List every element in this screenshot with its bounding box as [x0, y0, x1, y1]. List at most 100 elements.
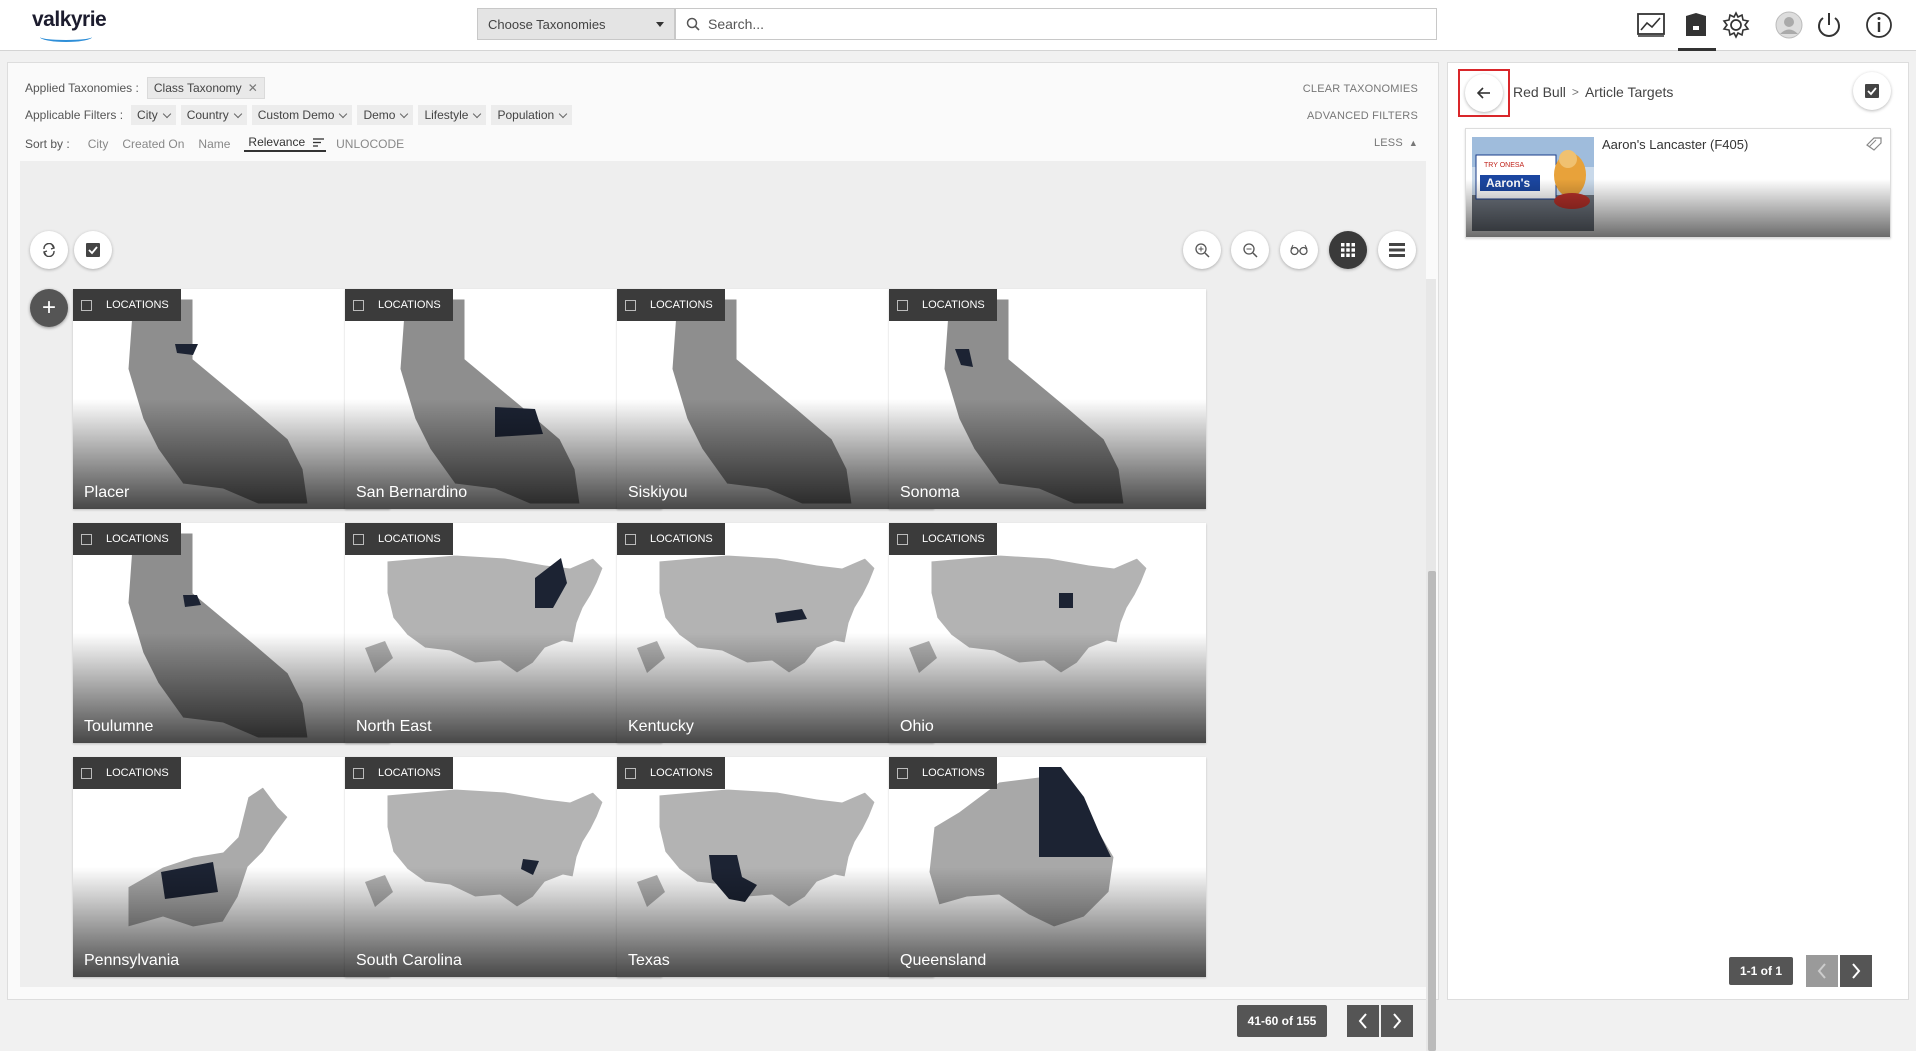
- sort-unlocode[interactable]: UNLOCODE: [336, 137, 404, 151]
- location-card[interactable]: LOCATIONS Sonoma: [889, 289, 1206, 509]
- filter-label: City: [137, 108, 158, 122]
- type-badge-label: LOCATIONS: [650, 299, 713, 311]
- select-all-button[interactable]: [74, 231, 112, 269]
- filter-lifestyle[interactable]: Lifestyle: [418, 105, 487, 125]
- card-title: Ohio: [900, 718, 934, 735]
- info-icon[interactable]: [1863, 9, 1895, 41]
- card-title: Texas: [628, 952, 670, 969]
- preview-button[interactable]: [1280, 231, 1318, 269]
- card-checkbox[interactable]: [897, 533, 908, 545]
- location-card[interactable]: LOCATIONS Siskiyou: [617, 289, 934, 509]
- app-logo[interactable]: valkyrie: [32, 8, 107, 32]
- breadcrumb-item[interactable]: Red Bull: [1513, 84, 1566, 100]
- applicable-filters-row: Applicable Filters : City Country Custom…: [25, 105, 573, 125]
- location-card[interactable]: LOCATIONS Texas: [617, 757, 934, 977]
- card-title: Siskiyou: [628, 484, 688, 501]
- top-bar: valkyrie Choose Taxonomies: [0, 0, 1916, 51]
- type-badge: LOCATIONS: [617, 523, 725, 555]
- card-grid-area: + LOCATIONS Placer LOCATIONS San Bernardino…: [20, 161, 1436, 1051]
- card-checkbox[interactable]: [353, 533, 364, 545]
- location-card[interactable]: LOCATIONS Toulumne: [73, 523, 390, 743]
- zoom-in-button[interactable]: [1183, 231, 1221, 269]
- chevron-right-icon: >: [1571, 85, 1579, 99]
- card-checkbox[interactable]: [897, 767, 908, 779]
- card-checkbox[interactable]: [353, 767, 364, 779]
- article-card[interactable]: Aaron's TRY ONESA Aaron's Lancaster (F40…: [1465, 128, 1891, 238]
- breadcrumb-item[interactable]: Article Targets: [1585, 84, 1673, 100]
- grid-view-icon: [1341, 243, 1355, 257]
- power-icon[interactable]: [1813, 9, 1845, 41]
- plus-icon: +: [41, 294, 56, 321]
- add-button[interactable]: +: [30, 289, 68, 327]
- next-page-button[interactable]: [1381, 1005, 1413, 1037]
- location-card[interactable]: LOCATIONS North East: [345, 523, 662, 743]
- sort-name[interactable]: Name: [198, 137, 230, 151]
- article-gradient: [1466, 179, 1890, 237]
- card-checkbox[interactable]: [81, 767, 92, 779]
- card-title: Toulumne: [84, 718, 154, 735]
- refresh-button[interactable]: [30, 231, 68, 269]
- prev-page-button[interactable]: [1347, 1005, 1379, 1037]
- panel-next-page-button[interactable]: [1840, 955, 1872, 987]
- taxonomy-chip-label: Class Taxonomy: [153, 81, 242, 95]
- filter-custom-demo[interactable]: Custom Demo: [251, 105, 353, 125]
- type-badge: LOCATIONS: [345, 757, 453, 789]
- card-checkbox[interactable]: [353, 299, 364, 311]
- panel-prev-page-button[interactable]: [1806, 955, 1838, 987]
- card-checkbox[interactable]: [81, 533, 92, 545]
- taxonomy-select-label: Choose Taxonomies: [488, 17, 606, 32]
- search-input[interactable]: [708, 9, 1428, 39]
- location-card[interactable]: LOCATIONS Queensland: [889, 757, 1206, 977]
- analytics-icon[interactable]: [1635, 9, 1667, 41]
- sort-city[interactable]: City: [88, 137, 109, 151]
- close-icon[interactable]: ✕: [248, 81, 258, 95]
- filter-city[interactable]: City: [131, 105, 176, 125]
- taxonomy-select[interactable]: Choose Taxonomies: [477, 8, 675, 40]
- card-checkbox[interactable]: [625, 533, 636, 545]
- type-badge-label: LOCATIONS: [106, 767, 169, 779]
- location-card[interactable]: LOCATIONS San Bernardino: [345, 289, 662, 509]
- card-checkbox[interactable]: [897, 299, 908, 311]
- less-toggle[interactable]: LESS ▲: [1374, 137, 1418, 149]
- filter-country[interactable]: Country: [180, 105, 247, 125]
- location-card[interactable]: LOCATIONS Ohio: [889, 523, 1206, 743]
- type-badge: LOCATIONS: [617, 289, 725, 321]
- user-avatar-icon[interactable]: [1773, 9, 1805, 41]
- location-card[interactable]: LOCATIONS South Carolina: [345, 757, 662, 977]
- list-view-button[interactable]: [1378, 231, 1416, 269]
- logo-swoosh: [40, 32, 92, 42]
- card-title: Placer: [84, 484, 130, 501]
- settings-icon[interactable]: [1720, 9, 1752, 41]
- location-card[interactable]: LOCATIONS Kentucky: [617, 523, 934, 743]
- card-checkbox[interactable]: [625, 767, 636, 779]
- sort-created-on[interactable]: Created On: [122, 137, 184, 151]
- sort-relevance-label: Relevance: [248, 135, 306, 149]
- archive-icon[interactable]: [1680, 9, 1712, 41]
- panel-select-button[interactable]: [1853, 72, 1891, 110]
- taxonomy-chip[interactable]: Class Taxonomy ✕: [146, 77, 265, 99]
- grid-view-button[interactable]: [1329, 231, 1367, 269]
- glasses-icon: [1290, 244, 1308, 256]
- back-button-highlight[interactable]: [1458, 69, 1510, 117]
- zoom-out-button[interactable]: [1231, 231, 1269, 269]
- advanced-filters-link[interactable]: ADVANCED FILTERS: [1307, 110, 1418, 122]
- chevron-down-icon: [558, 109, 568, 118]
- sort-relevance[interactable]: Relevance: [244, 135, 327, 152]
- location-card[interactable]: LOCATIONS Placer: [73, 289, 390, 509]
- zoom-out-icon: [1243, 243, 1258, 258]
- location-card[interactable]: LOCATIONS Pennsylvania: [73, 757, 390, 977]
- filter-demo[interactable]: Demo: [357, 105, 414, 125]
- clear-taxonomies-link[interactable]: CLEAR TAXONOMIES: [1303, 83, 1418, 95]
- filter-population[interactable]: Population: [491, 105, 573, 125]
- scrollbar-thumb[interactable]: [1428, 571, 1436, 1051]
- type-badge: LOCATIONS: [889, 523, 997, 555]
- type-badge-label: LOCATIONS: [106, 299, 169, 311]
- type-badge-label: LOCATIONS: [922, 299, 985, 311]
- card-checkbox[interactable]: [625, 299, 636, 311]
- active-tab-indicator: [1678, 48, 1716, 51]
- card-checkbox[interactable]: [81, 299, 92, 311]
- sort-row: Sort by : City Created On Name Relevance…: [25, 135, 404, 152]
- back-button[interactable]: [1465, 74, 1503, 112]
- card-title: Kentucky: [628, 718, 694, 735]
- pagination-range: 41-60 of 155: [1237, 1005, 1327, 1037]
